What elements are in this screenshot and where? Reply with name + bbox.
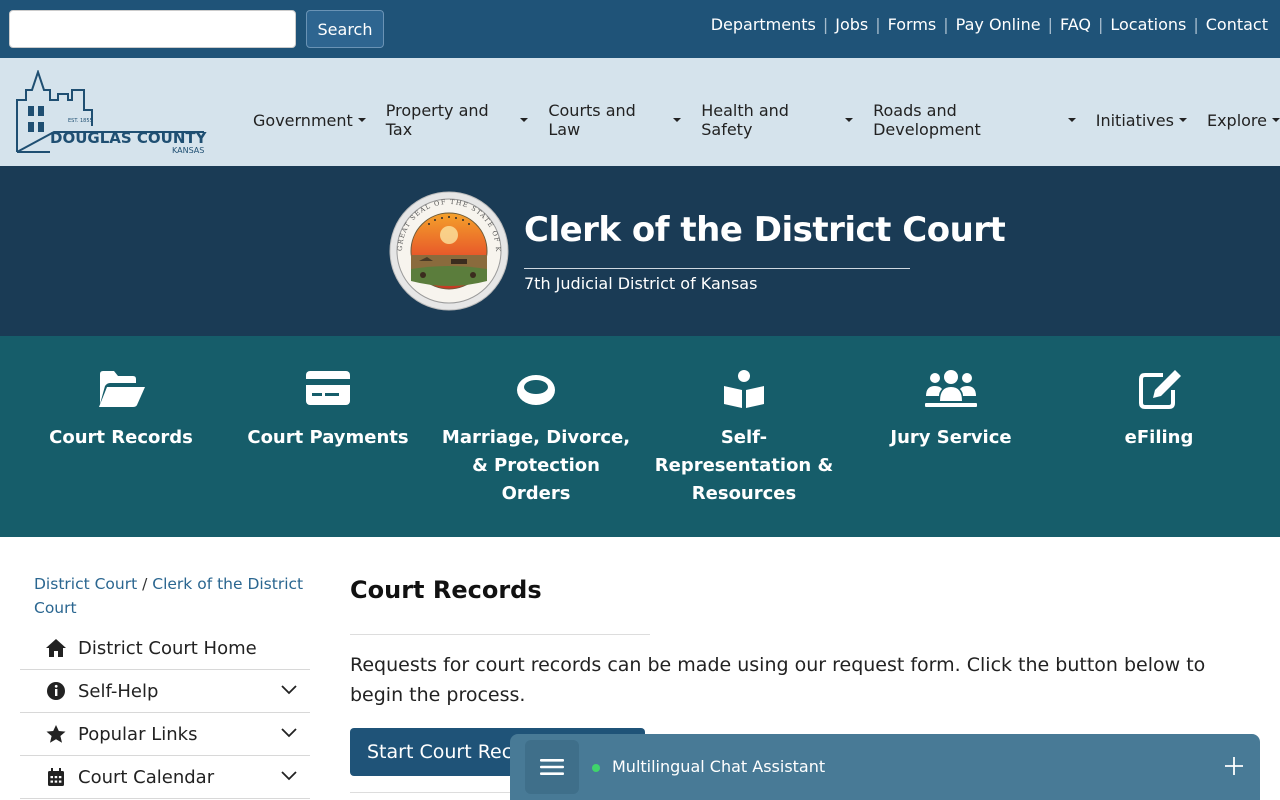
star-icon [45,723,67,745]
quick-link-label: Court Records [49,427,193,448]
caret-down-icon [357,118,366,122]
utility-links: Departments | Jobs | Forms | Pay Online | FA… [711,15,1268,34]
caret-down-icon [1178,118,1187,122]
link-jobs[interactable]: Jobs [835,15,868,34]
online-status-indicator [592,764,600,772]
nav-label: Courts and Law [548,101,636,139]
side-nav: District Court Home Self-Help Popular Li… [20,627,310,799]
section-title: Court Records [350,576,542,604]
link-separator: | [1047,15,1053,34]
quick-links: Court Records Court Payments Marriage, D… [0,336,1280,537]
hero-banner: GREAT SEAL OF THE STATE OF KANSAS Clerk … [0,166,1280,336]
edit-icon [1139,370,1181,409]
quick-link-label: Jury Service [890,427,1012,448]
nav-roads-and-development[interactable]: Roads and Development [873,101,1076,139]
ring-icon [517,375,555,405]
link-pay-online[interactable]: Pay Online [956,15,1041,34]
chat-menu-button[interactable] [525,740,579,794]
caret-down-icon [520,118,529,122]
nav-label: Government [253,110,353,130]
site-header: EST. 1855 DOUGLAS COUNTY KANSAS Governme… [0,58,1280,166]
users-icon [925,370,977,407]
search-input[interactable] [9,10,296,48]
section-text: Requests for court records can be made u… [350,654,1206,706]
title-divider [524,268,910,269]
quick-link-label: Self-Representation & Resources [654,427,834,504]
sidenav-item-popular-links[interactable]: Popular Links [20,713,310,756]
chevron-down-icon[interactable] [280,684,298,696]
logo-est: EST. 1855 [68,118,93,124]
home-icon [45,637,67,659]
logo-state: KANSAS [172,146,204,155]
sidenav-label: District Court Home [78,637,257,659]
chat-widget[interactable]: Multilingual Chat Assistant [510,734,1260,800]
nav-health-and-safety[interactable]: Health and Safety [701,101,854,139]
quick-link-label: Marriage, Divorce, & Protection Orders [441,427,631,504]
credit-card-icon [306,371,350,405]
sidenav-label: Self-Help [78,680,159,702]
nav-initiatives[interactable]: Initiatives [1096,111,1187,130]
nav-label: Roads and Development [873,101,981,139]
nav-label: Health and Safety [701,101,789,139]
quick-link-label: Court Payments [247,427,409,448]
link-faq[interactable]: FAQ [1060,15,1091,34]
plus-icon[interactable] [1222,754,1246,778]
quick-link-jury-service[interactable]: Jury Service [851,368,1051,452]
link-locations[interactable]: Locations [1110,15,1186,34]
quick-link-efiling[interactable]: eFiling [1059,368,1259,452]
sidenav-item-court-calendar[interactable]: Court Calendar [20,756,310,799]
quick-link-marriage-divorce[interactable]: Marriage, Divorce, & Protection Orders [436,368,636,508]
nav-government[interactable]: Government [253,111,366,130]
link-separator: | [943,15,949,34]
nav-label: Property and Tax [385,101,489,139]
breadcrumb: District Court / Clerk of the District C… [34,572,314,620]
quick-link-court-records[interactable]: Court Records [21,368,221,452]
breadcrumb-district-court[interactable]: District Court [34,575,137,593]
douglas-county-logo[interactable]: EST. 1855 DOUGLAS COUNTY KANSAS [14,70,210,156]
folder-open-icon [99,371,145,407]
breadcrumb-separator: / [137,575,153,593]
book-reader-icon [724,370,764,408]
sidenav-item-self-help[interactable]: Self-Help [20,670,310,713]
link-separator: | [1097,15,1104,34]
quick-link-court-payments[interactable]: Court Payments [228,368,428,452]
link-separator: | [875,15,881,34]
caret-down-icon [1272,118,1280,122]
link-separator: | [1193,15,1199,34]
kansas-state-seal: GREAT SEAL OF THE STATE OF KANSAS [389,191,509,311]
link-contact[interactable]: Contact [1206,15,1268,34]
logo-name: DOUGLAS COUNTY [50,129,208,147]
nav-explore[interactable]: Explore [1207,111,1280,130]
link-forms[interactable]: Forms [888,15,937,34]
sidenav-label: Popular Links [78,723,198,745]
caret-down-icon [1067,118,1076,122]
quick-link-label: eFiling [1124,427,1194,448]
nav-courts-and-law[interactable]: Courts and Law [548,101,682,139]
page-subtitle: 7th Judicial District of Kansas [524,274,758,293]
nav-label: Initiatives [1095,110,1174,130]
chat-title: Multilingual Chat Assistant [612,757,826,776]
chevron-down-icon[interactable] [280,770,298,782]
main-nav: Government Property and Tax Courts and L… [253,101,1280,139]
link-separator: | [822,15,829,34]
link-departments[interactable]: Departments [711,15,816,34]
calendar-icon [45,766,67,788]
caret-down-icon [673,118,682,122]
nav-property-and-tax[interactable]: Property and Tax [386,101,529,139]
section-divider [350,634,650,635]
top-bar: Search Departments | Jobs | Forms | Pay Onl… [0,0,1280,58]
sidenav-item-home[interactable]: District Court Home [20,627,310,670]
page-title: Clerk of the District Court [524,210,1006,250]
hamburger-icon [540,759,564,775]
info-circle-icon [45,680,67,702]
sidenav-label: Court Calendar [78,766,215,788]
quick-link-self-representation[interactable]: Self-Representation & Resources [644,368,844,508]
nav-label: Explore [1206,110,1267,130]
caret-down-icon [845,118,854,122]
search-button[interactable]: Search [306,10,384,48]
chevron-down-icon[interactable] [280,727,298,739]
